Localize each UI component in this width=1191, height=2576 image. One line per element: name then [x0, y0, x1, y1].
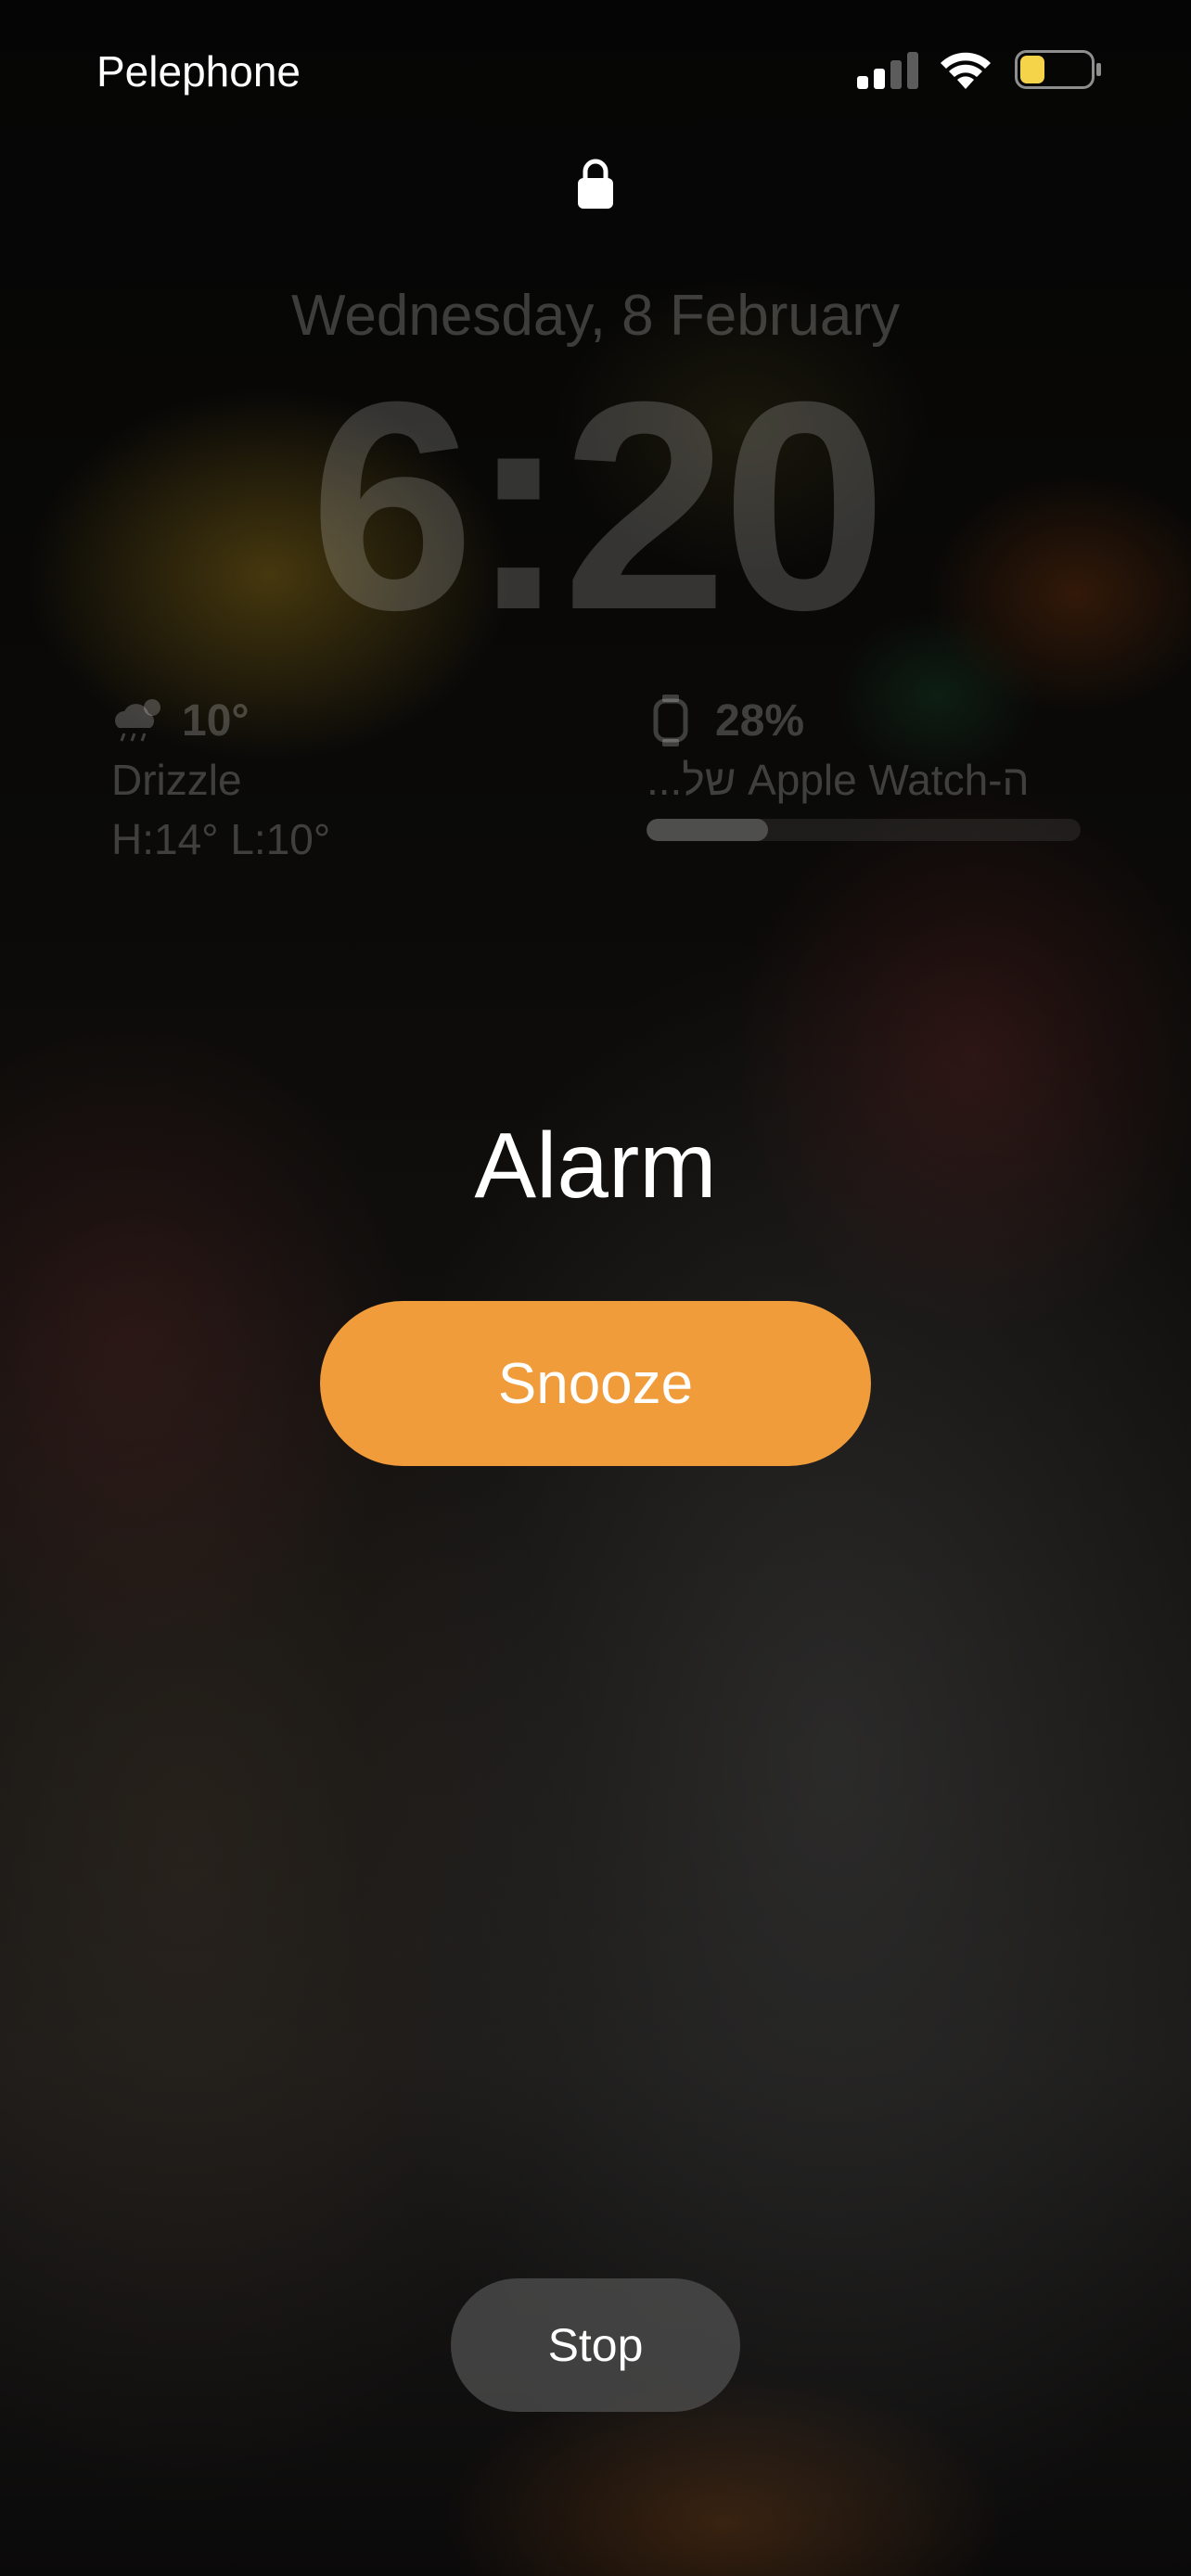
stop-button[interactable]: Stop — [451, 2278, 740, 2412]
signal-bar — [907, 52, 918, 89]
status-bar: Pelephone — [0, 0, 1191, 148]
watch-battery-bar — [647, 819, 1081, 841]
battery-icon — [1015, 50, 1101, 89]
watch-battery-bar-fill — [647, 819, 769, 841]
lock-screen: Pelephone Wednesday, 8 February 6:20 10°… — [0, 0, 1191, 2576]
weather-high-low: H:14° L:10° — [111, 815, 331, 863]
watch-battery-percent: 28% — [715, 695, 805, 746]
signal-bar — [890, 60, 902, 89]
lock-screen-time: 6:20 — [309, 339, 887, 671]
battery-fill — [1020, 56, 1044, 83]
wifi-icon — [941, 52, 991, 89]
weather-condition: Drizzle — [111, 756, 242, 804]
signal-bar — [874, 69, 885, 89]
apple-watch-icon — [653, 695, 688, 746]
weather-widget[interactable]: 10° Drizzle H:14° L:10° — [111, 691, 575, 869]
alarm-title: Alarm — [474, 1114, 717, 1218]
snooze-button[interactable]: Snooze — [320, 1301, 871, 1466]
lock-icon — [578, 159, 613, 209]
weather-temperature: 10° — [182, 695, 250, 746]
cellular-signal-icon — [857, 52, 920, 89]
cloud-sun-rain-icon — [115, 699, 160, 742]
carrier-name: Pelephone — [96, 47, 301, 96]
watch-device-name: ...של Apple Watch-ה — [647, 756, 1030, 804]
watch-battery-widget[interactable]: 28% ...של Apple Watch-ה — [647, 691, 1082, 841]
signal-bar — [857, 76, 868, 89]
